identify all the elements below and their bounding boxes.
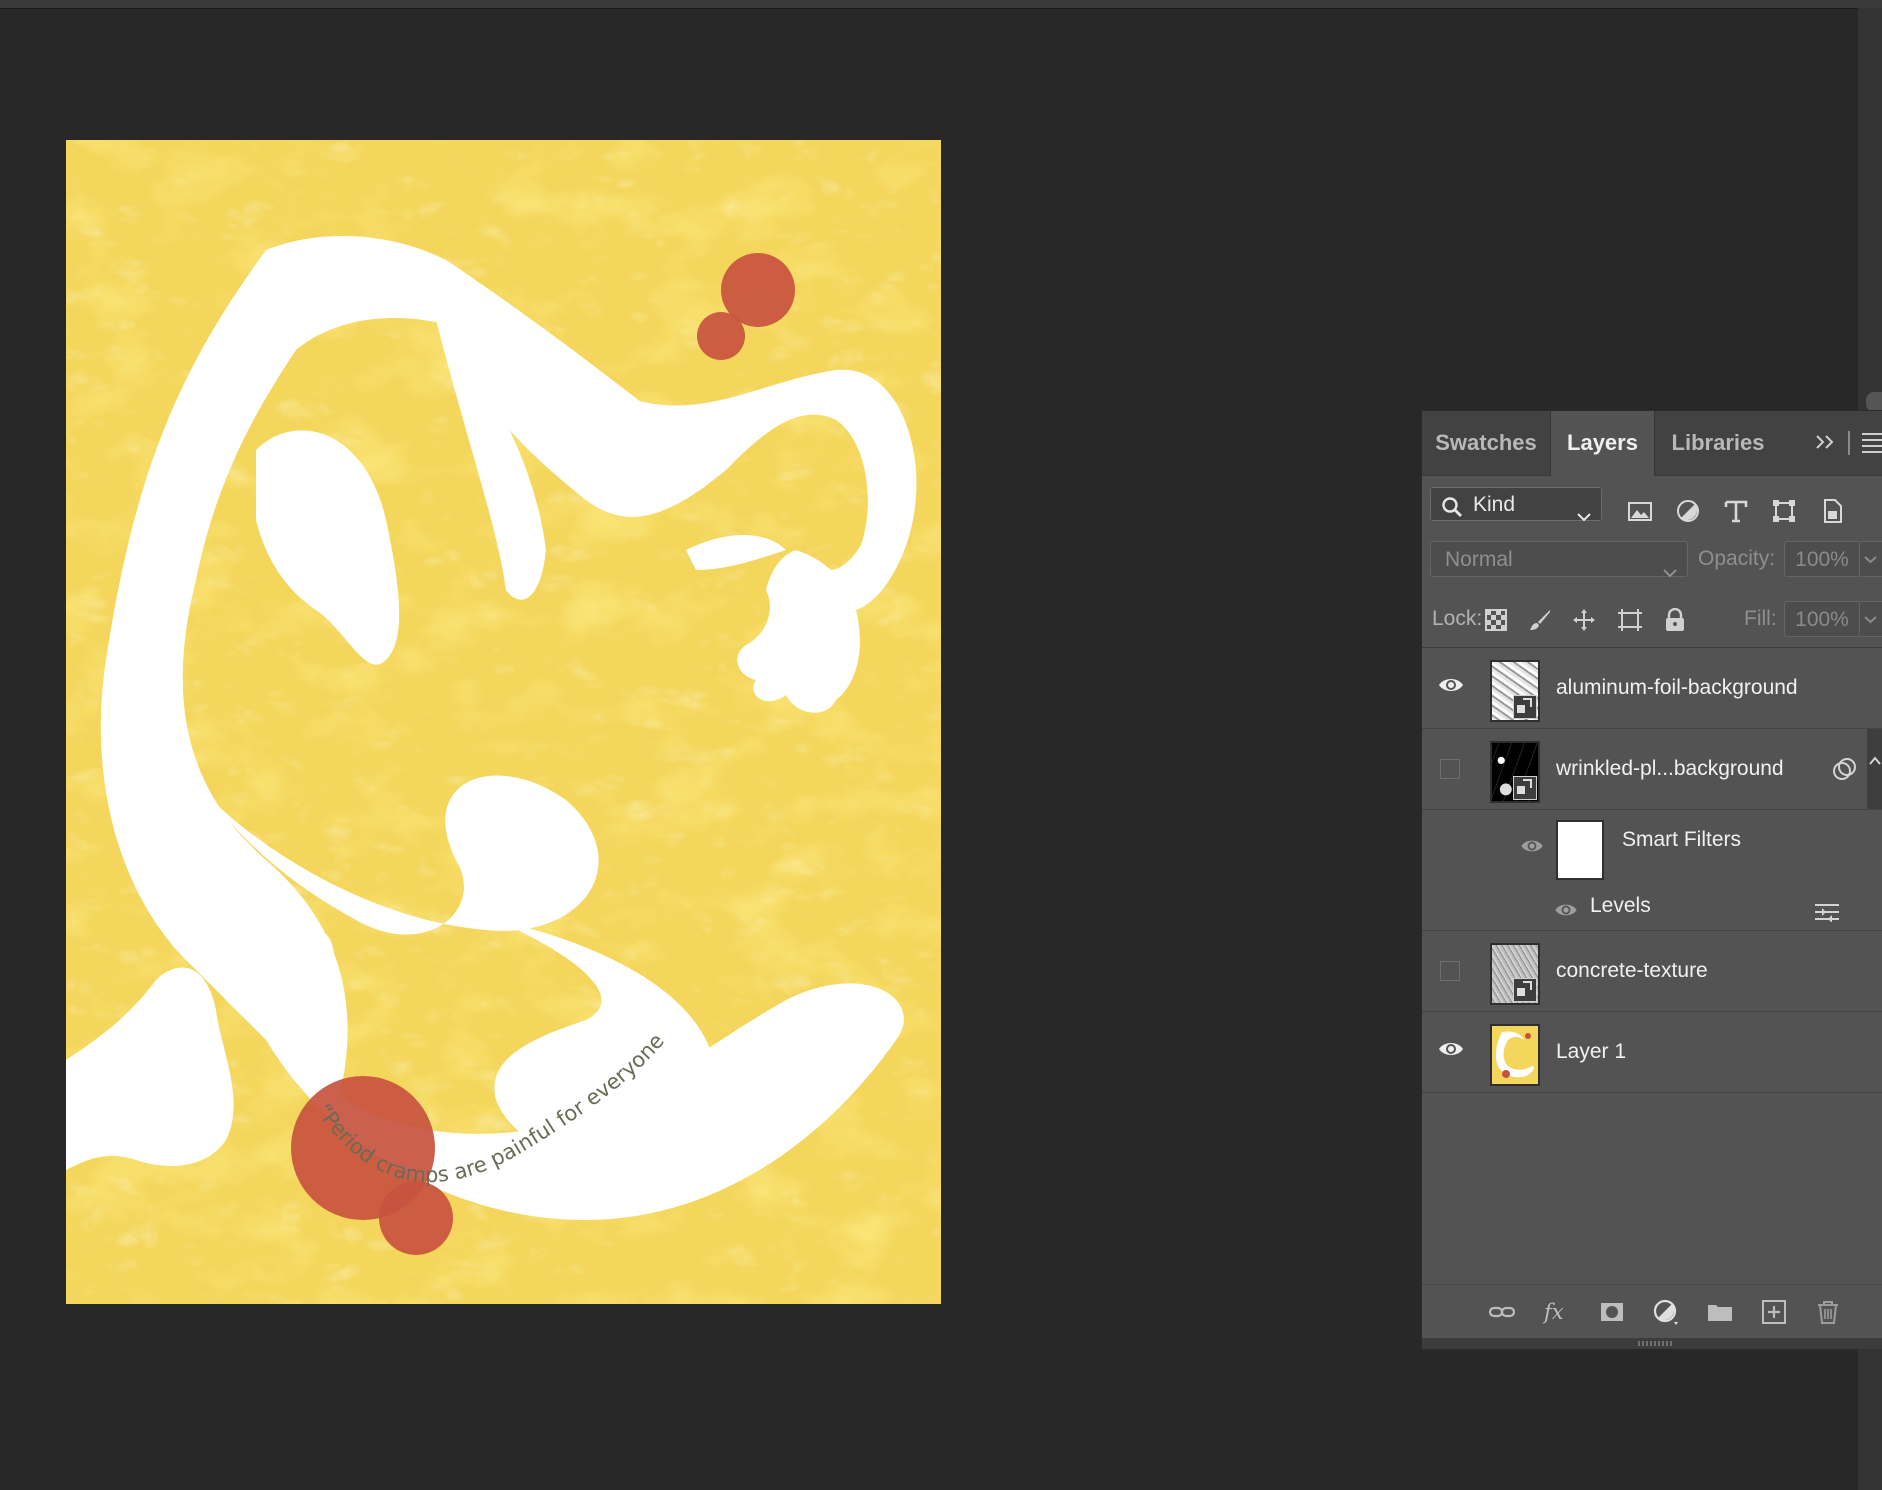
link-layers-icon[interactable]: [1488, 1298, 1516, 1326]
visibility-toggle[interactable]: [1422, 648, 1482, 728]
svg-text:fx: fx: [1542, 1300, 1564, 1324]
layer-expand-toggle[interactable]: [1867, 729, 1882, 809]
visibility-toggle[interactable]: [1422, 931, 1482, 1011]
smart-filter-mask-thumbnail: [1556, 820, 1604, 880]
lock-label: Lock:: [1432, 607, 1483, 630]
layer-name: wrinkled-pl...background: [1556, 757, 1784, 780]
smart-filters-indicator-icon: [1832, 757, 1858, 786]
opacity-label: Opacity:: [1698, 547, 1776, 570]
double-chevron-right-icon[interactable]: [1812, 429, 1840, 457]
filter-blending-options-icon[interactable]: [1814, 902, 1840, 927]
chevron-down-icon: [1864, 556, 1877, 564]
layer-row-layer-1[interactable]: Layer 1: [1422, 1012, 1882, 1093]
delete-layer-icon[interactable]: [1814, 1298, 1842, 1326]
chevron-down-icon: [1864, 616, 1877, 624]
tab-layers[interactable]: Layers: [1551, 411, 1654, 476]
blend-mode-select[interactable]: Normal: [1430, 541, 1688, 578]
eye-icon[interactable]: [1520, 838, 1544, 859]
tab-libraries[interactable]: Libraries: [1655, 411, 1781, 475]
type-layer-filter-icon[interactable]: [1722, 497, 1750, 525]
chevron-down-icon: [1577, 499, 1591, 533]
visibility-toggle[interactable]: [1422, 1012, 1482, 1092]
fill-dropdown-button[interactable]: [1860, 601, 1882, 637]
search-icon: [1441, 495, 1463, 529]
layers-panel: Swatches Layers Libraries Kind Normal Op…: [1421, 410, 1882, 1349]
layer-1-preview: [1495, 1031, 1534, 1078]
lock-row: Lock: Fill: 100%: [1422, 589, 1882, 648]
smart-object-filter-icon[interactable]: [1818, 497, 1846, 525]
layer-name: aluminum-foil-background: [1556, 676, 1798, 699]
smart-filters-group[interactable]: Smart Filters Levels: [1422, 810, 1882, 931]
layer-thumbnail: [1490, 741, 1540, 803]
visibility-toggle[interactable]: [1422, 729, 1482, 809]
eye-icon[interactable]: [1554, 902, 1578, 923]
eye-icon: [1438, 676, 1464, 699]
lock-all-icon[interactable]: [1664, 607, 1688, 632]
visibility-checkbox: [1440, 759, 1460, 779]
fill-input[interactable]: 100%: [1784, 601, 1860, 637]
blend-mode-row: Normal Opacity: 100%: [1422, 533, 1882, 589]
panel-tab-bar: Swatches Layers Libraries: [1422, 411, 1882, 476]
scroll-handle[interactable]: [1866, 392, 1882, 412]
smart-object-badge-icon: [1513, 695, 1537, 719]
layers-list: aluminum-foil-background wrinkled-pl...b…: [1422, 648, 1882, 1168]
eye-icon: [1438, 1040, 1464, 1063]
layer-name: concrete-texture: [1556, 959, 1708, 982]
adjustment-layer-filter-icon[interactable]: [1674, 497, 1702, 525]
layer-name: Layer 1: [1556, 1040, 1627, 1063]
blend-mode-value: Normal: [1445, 548, 1513, 571]
lock-position-icon[interactable]: [1572, 608, 1596, 632]
new-group-folder-icon[interactable]: [1706, 1298, 1734, 1326]
layer-row-aluminum-foil-background[interactable]: aluminum-foil-background: [1422, 648, 1882, 729]
shape-layer-filter-icon[interactable]: [1770, 497, 1798, 525]
fill-label: Fill:: [1744, 607, 1777, 630]
add-mask-icon[interactable]: [1598, 1298, 1626, 1326]
hair-bun-small: [697, 312, 745, 360]
layer-style-fx-icon[interactable]: fx: [1542, 1298, 1570, 1326]
opacity-input[interactable]: 100%: [1784, 541, 1860, 577]
new-adjustment-layer-icon[interactable]: [1652, 1298, 1680, 1326]
document-canvas[interactable]: “Period cramps are painful for everyone.…: [66, 140, 941, 1304]
chevron-down-icon: [1663, 554, 1677, 590]
tab-bar-divider: [1848, 431, 1850, 455]
layer-filter-row: Kind: [1422, 477, 1882, 533]
opacity-dropdown-button[interactable]: [1860, 541, 1882, 577]
layer-row-wrinkled-background[interactable]: wrinkled-pl...background: [1422, 729, 1882, 810]
chevron-up-icon: [1869, 756, 1881, 765]
panel-menu-icon[interactable]: [1862, 433, 1882, 453]
new-layer-icon[interactable]: [1760, 1298, 1788, 1326]
visibility-checkbox: [1440, 961, 1460, 981]
layer-thumbnail: [1490, 1024, 1540, 1086]
application-top-bar: [0, 0, 1882, 9]
smart-filters-label: Smart Filters: [1622, 828, 1742, 851]
panel-resize-grip[interactable]: [1422, 1338, 1882, 1349]
smart-object-badge-icon: [1513, 776, 1537, 800]
filter-kind-label: Kind: [1473, 493, 1516, 516]
lock-transparent-pixels-icon[interactable]: [1484, 608, 1508, 632]
layer-row-concrete-texture[interactable]: concrete-texture: [1422, 931, 1882, 1012]
smart-filter-levels[interactable]: Levels: [1590, 894, 1651, 918]
layer-thumbnail: [1490, 660, 1540, 722]
lock-image-pixels-icon[interactable]: [1528, 608, 1552, 632]
layers-panel-footer: fx: [1422, 1284, 1882, 1339]
belly-circle-small: [379, 1181, 453, 1255]
layer-thumbnail: [1490, 943, 1540, 1005]
filter-kind-select[interactable]: Kind: [1430, 487, 1602, 522]
lock-artboard-icon[interactable]: [1617, 608, 1642, 632]
smart-object-badge-icon: [1513, 978, 1537, 1002]
pixel-layer-filter-icon[interactable]: [1626, 497, 1654, 525]
poster-artwork: “Period cramps are painful for everyone.…: [66, 140, 941, 1304]
tab-swatches[interactable]: Swatches: [1422, 411, 1550, 475]
